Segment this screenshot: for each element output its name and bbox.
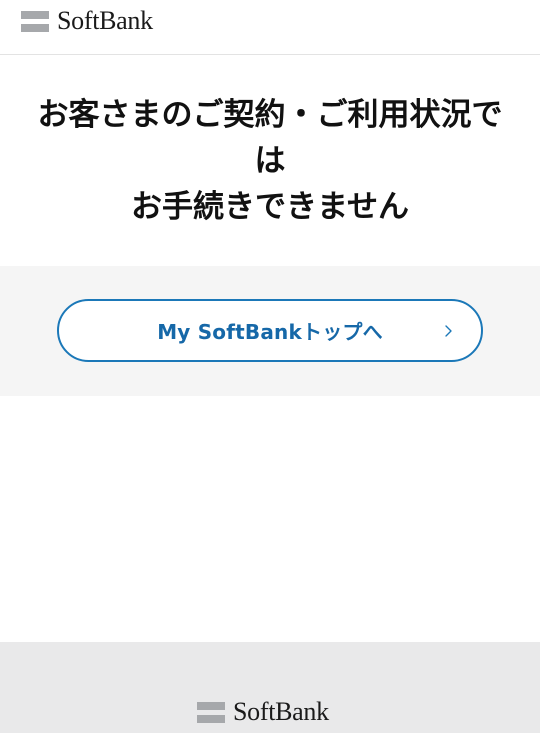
softbank-logo[interactable]: SoftBank: [21, 7, 153, 35]
logo-text: SoftBank: [57, 6, 153, 35]
softbank-logo-mark-icon: [21, 10, 49, 32]
logo-mark-bar-top: [21, 10, 49, 19]
footer-logo-text: SoftBank: [233, 697, 329, 726]
page-title-line-1: お客さまのご契約・ご利用状況で: [37, 97, 503, 133]
page-title: お客さまのご契約・ご利用状況ではお手続きできません: [30, 92, 510, 230]
my-softbank-top-button-label: My SoftBankトップへ: [157, 320, 383, 344]
logo-mark-bar-bottom: [21, 23, 49, 32]
action-band: My SoftBankトップへ: [0, 266, 540, 396]
logo-mark-bar-top: [197, 701, 225, 710]
page-title-line-2: は: [254, 143, 286, 179]
footer-softbank-logo[interactable]: SoftBank: [197, 698, 329, 726]
message-section: お客さまのご契約・ご利用状況ではお手続きできません: [0, 56, 540, 266]
my-softbank-top-button[interactable]: My SoftBankトップへ: [57, 299, 483, 362]
softbank-logo-mark-icon: [197, 701, 225, 723]
logo-mark-bar-bottom: [197, 714, 225, 723]
page-title-line-3: お手続きできません: [130, 189, 410, 225]
site-footer: SoftBank: [0, 642, 540, 733]
site-header: SoftBank: [0, 0, 540, 55]
chevron-right-icon: [445, 324, 452, 337]
